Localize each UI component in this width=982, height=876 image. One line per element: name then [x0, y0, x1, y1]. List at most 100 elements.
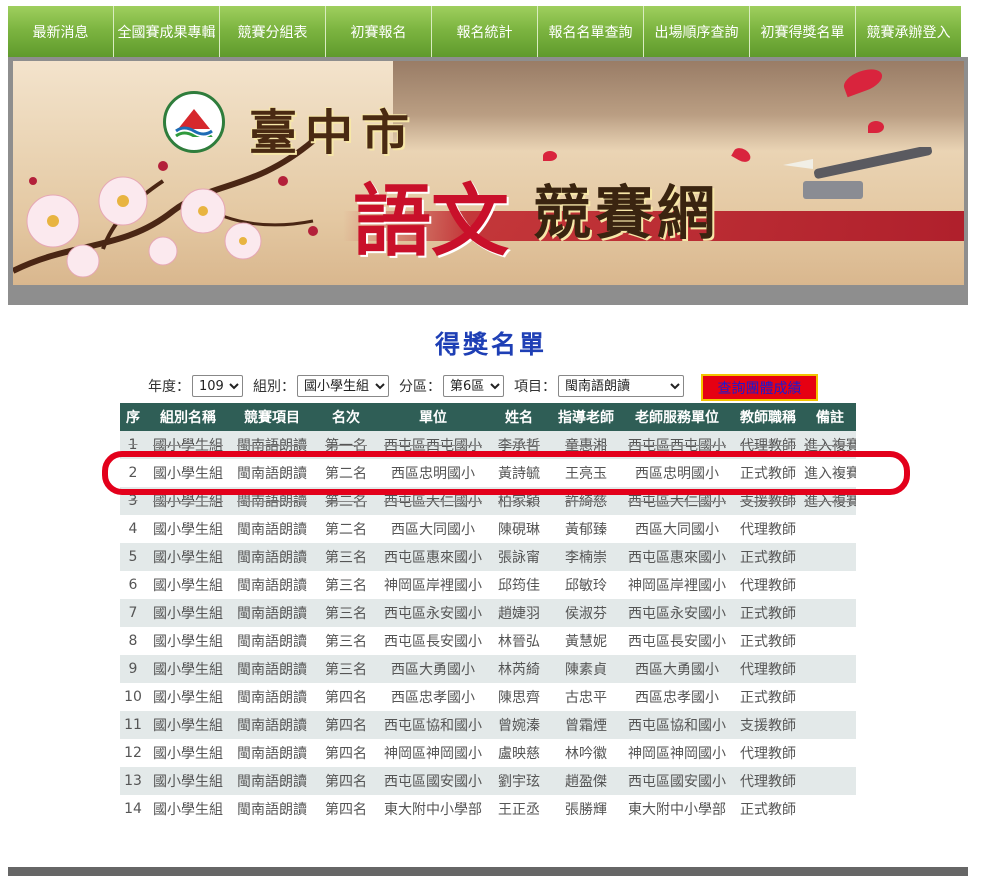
table-cell: 第二名: [314, 515, 378, 543]
table-header-cell: 組別名稱: [146, 403, 230, 431]
table-cell: 西區大勇國小: [622, 655, 732, 683]
table-row: 6 國小學生組 閩南語朗讀 第三名 神岡區岸裡國小 邱筠佳 邱敏玲 神岡區岸裡國小 代理教師: [120, 571, 856, 599]
table-header-cell: 老師服務單位: [622, 403, 732, 431]
table-cell: 第三名: [314, 543, 378, 571]
table-cell: 神岡區岸裡國小: [622, 571, 732, 599]
table-row: 2 國小學生組 閩南語朗讀 第二名 西區忠明國小 黃詩毓 王亮玉 西區忠明國小 正式教師 進入複賽: [120, 459, 856, 487]
table-cell: 第三名: [314, 599, 378, 627]
table-cell: 神岡區岸裡國小: [378, 571, 488, 599]
table-cell: 西屯區永安國小: [622, 599, 732, 627]
nav-item[interactable]: 競賽承辦登入: [856, 6, 961, 57]
table-row: 11 國小學生組 閩南語朗讀 第四名 西屯區協和國小 曾婉溱 曾霜煙 西屯區協和國小 支援教師: [120, 711, 856, 739]
table-cell: [804, 627, 856, 655]
table-cell: 進入複賽: [804, 487, 856, 515]
table-cell: 14: [120, 795, 146, 823]
table-cell: 張詠甯: [488, 543, 550, 571]
table-header-cell: 姓名: [488, 403, 550, 431]
table-cell: 國小學生組: [146, 431, 230, 459]
table-cell: 進入複賽: [804, 459, 856, 487]
item-select[interactable]: 閩南語朗讀: [558, 375, 684, 397]
year-label: 年度：: [148, 379, 190, 395]
nav-item[interactable]: 報名統計: [432, 6, 538, 57]
table-cell: 國小學生組: [146, 543, 230, 571]
table-cell: 閩南語朗讀: [230, 599, 314, 627]
table-cell: 西區大同國小: [378, 515, 488, 543]
site-banner: 臺中市 語文 競賽網: [13, 61, 964, 285]
table-cell: 國小學生組: [146, 795, 230, 823]
table-cell: 4: [120, 515, 146, 543]
table-cell: 閩南語朗讀: [230, 459, 314, 487]
table-cell: 7: [120, 599, 146, 627]
table-cell: 正式教師: [732, 683, 804, 711]
table-header-cell: 單位: [378, 403, 488, 431]
table-row: 7 國小學生組 閩南語朗讀 第三名 西屯區永安國小 趙婕羽 侯淑芬 西屯區永安國小 正式教師: [120, 599, 856, 627]
table-header-cell: 名次: [314, 403, 378, 431]
table-cell: 閩南語朗讀: [230, 739, 314, 767]
table-cell: 第四名: [314, 767, 378, 795]
top-nav: 最新消息 全國賽成果專輯 競賽分組表 初賽報名 報名統計 報名名單查詢 出場順序查詢 初賽得獎…: [8, 6, 961, 57]
table-cell: 1: [120, 431, 146, 459]
nav-item[interactable]: 初賽報名: [326, 6, 432, 57]
group-label: 組別：: [253, 379, 295, 395]
table-cell: 代理教師: [732, 739, 804, 767]
table-row: 10 國小學生組 閩南語朗讀 第四名 西區忠孝國小 陳思齊 古忠平 西區忠孝國小 正式教師: [120, 683, 856, 711]
table-cell: 西區大同國小: [622, 515, 732, 543]
petal-decoration: [543, 151, 557, 161]
table-cell: 西屯區國安國小: [378, 767, 488, 795]
petal-decoration: [868, 121, 884, 133]
table-cell: 西屯區西屯國小: [622, 431, 732, 459]
table-cell: 8: [120, 627, 146, 655]
query-team-results-button[interactable]: 查詢團體成績: [701, 374, 818, 401]
nav-item[interactable]: 最新消息: [8, 6, 114, 57]
table-cell: [804, 795, 856, 823]
table-cell: 王正丞: [488, 795, 550, 823]
table-cell: 黃慧妮: [550, 627, 622, 655]
year-select[interactable]: 109: [192, 375, 243, 397]
table-cell: 國小學生組: [146, 599, 230, 627]
award-list-table: 序組別名稱 競賽項目 名次 單位 姓名 指導老師 老師服務單位 教師職稱 備註 1 國小學生組 閩南…: [120, 403, 856, 823]
nav-item[interactable]: 初賽得獎名單: [750, 6, 856, 57]
table-cell: 閩南語朗讀: [230, 627, 314, 655]
table-row: 4 國小學生組 閩南語朗讀 第二名 西區大同國小 陳硯琳 黃郁臻 西區大同國小 代理教師: [120, 515, 856, 543]
table-cell: 古忠平: [550, 683, 622, 711]
table-cell: 邱筠佳: [488, 571, 550, 599]
table-row: 9 國小學生組 閩南語朗讀 第三名 西區大勇國小 林芮綺 陳素貞 西區大勇國小 代理教師: [120, 655, 856, 683]
table-cell: 國小學生組: [146, 515, 230, 543]
table-row: 5 國小學生組 閩南語朗讀 第三名 西屯區惠來國小 張詠甯 李楠崇 西屯區惠來國小 正式教師: [120, 543, 856, 571]
table-cell: 西屯區長安國小: [622, 627, 732, 655]
city-logo-icon: [163, 91, 225, 153]
table-cell: 正式教師: [732, 599, 804, 627]
table-cell: 西屯區惠來國小: [378, 543, 488, 571]
table-cell: 趙婕羽: [488, 599, 550, 627]
table-cell: 閩南語朗讀: [230, 571, 314, 599]
table-cell: [804, 571, 856, 599]
table-cell: 第四名: [314, 739, 378, 767]
table-cell: 東大附中小學部: [622, 795, 732, 823]
table-cell: 3: [120, 487, 146, 515]
table-cell: 13: [120, 767, 146, 795]
table-cell: 侯淑芬: [550, 599, 622, 627]
table-cell: 代理教師: [732, 767, 804, 795]
table-cell: 支援教師: [732, 711, 804, 739]
table-cell: 12: [120, 739, 146, 767]
table-cell: 第二名: [314, 487, 378, 515]
district-select[interactable]: 第6區: [443, 375, 504, 397]
group-select[interactable]: 國小學生組: [297, 375, 389, 397]
table-cell: 黃郁臻: [550, 515, 622, 543]
table-cell: 林吟徽: [550, 739, 622, 767]
nav-item[interactable]: 出場順序查詢: [644, 6, 750, 57]
table-cell: [804, 683, 856, 711]
table-row: 3 國小學生組 閩南語朗讀 第二名 西屯區大仁國小 柏家穎 許綺慈 西屯區大仁國小 支援教師 進入…: [120, 487, 856, 515]
nav-item[interactable]: 報名名單查詢: [538, 6, 644, 57]
item-label: 項目：: [514, 379, 556, 395]
table-cell: 閩南語朗讀: [230, 431, 314, 459]
table-cell: 國小學生組: [146, 711, 230, 739]
table-cell: 盧映慈: [488, 739, 550, 767]
table-cell: [804, 767, 856, 795]
table-cell: 曾婉溱: [488, 711, 550, 739]
nav-item[interactable]: 競賽分組表: [220, 6, 326, 57]
table-cell: 國小學生組: [146, 459, 230, 487]
nav-item[interactable]: 全國賽成果專輯: [114, 6, 220, 57]
table-cell: 黃詩毓: [488, 459, 550, 487]
table-cell: 李楠崇: [550, 543, 622, 571]
